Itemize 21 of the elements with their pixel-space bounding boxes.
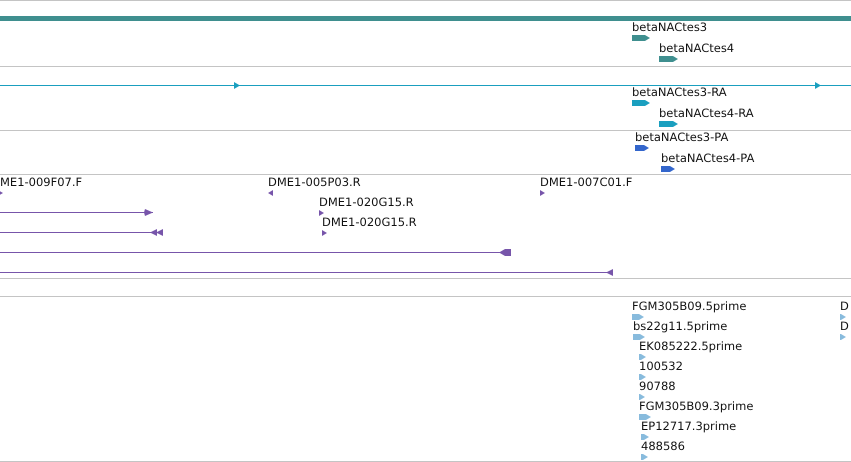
feature-label: betaNACtes3-RA <box>632 86 727 99</box>
feature-label: D <box>840 320 849 333</box>
feature-label: 90788 <box>639 380 676 393</box>
feature-label: FGM305B09.5prime <box>632 300 746 313</box>
feature-label: 488586 <box>641 440 685 453</box>
feature-label: DME1-005P03.R <box>268 176 361 189</box>
feature-label: FGM305B09.3prime <box>639 400 754 413</box>
feature-label: betaNACtes3 <box>632 21 708 34</box>
feature-label: betaNACtes4-PA <box>661 152 754 165</box>
feature-label: DME1-020G15.R <box>322 216 417 229</box>
feature-label: EK085222.5prime <box>639 340 742 353</box>
feature-label: betaNACtes3-PA <box>635 131 728 144</box>
feature-label: DME1-020G15.R <box>319 196 414 209</box>
feature-label: bs22g11.5prime <box>633 320 728 333</box>
feature-label: DME1-007C01.F <box>540 176 632 189</box>
feature-label: D <box>840 300 849 313</box>
feature-label: ME1-009F07.F <box>0 176 82 189</box>
feature-label: EP12717.3prime <box>641 420 736 433</box>
feature-label: betaNACtes4-RA <box>659 107 754 120</box>
feature-label: 100532 <box>639 360 683 373</box>
feature-label: betaNACtes4 <box>659 42 734 55</box>
